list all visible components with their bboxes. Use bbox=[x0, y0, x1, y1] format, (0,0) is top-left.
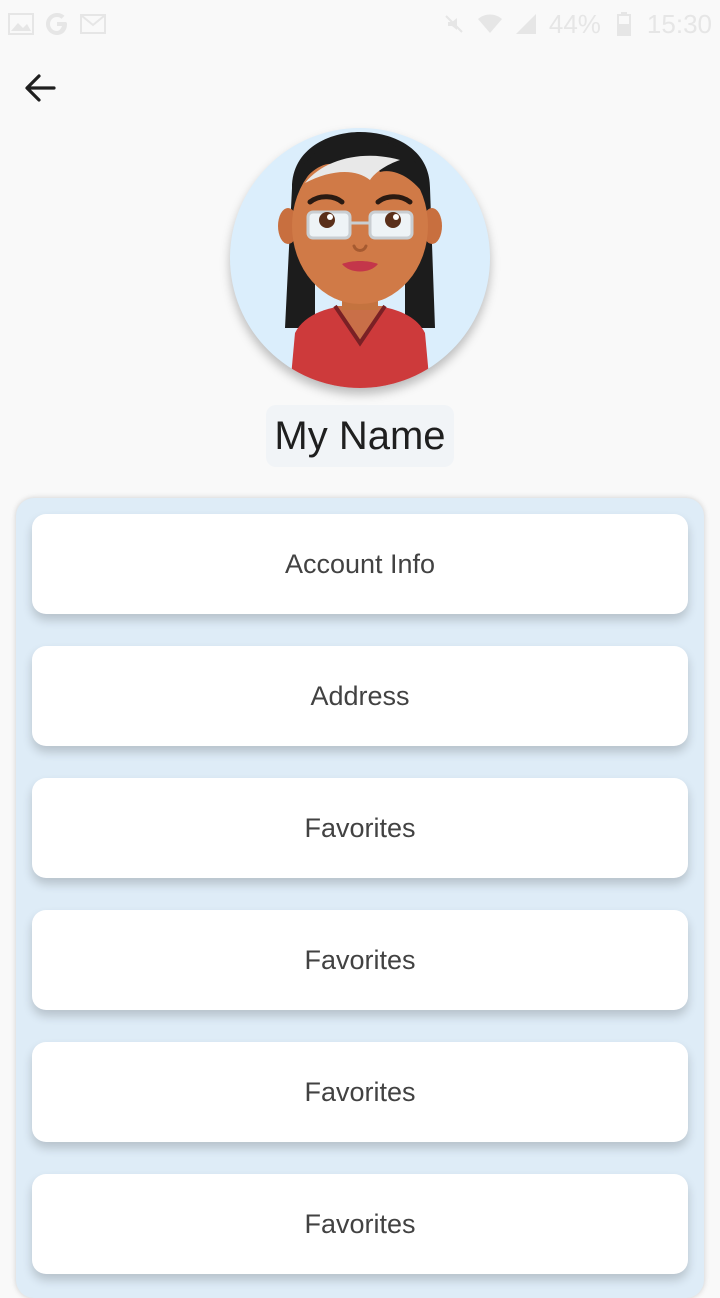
google-icon bbox=[44, 11, 70, 37]
image-icon bbox=[8, 11, 34, 37]
signal-icon bbox=[513, 11, 539, 37]
avatar bbox=[230, 128, 490, 388]
avatar-illustration bbox=[278, 132, 442, 388]
menu-item-favorites[interactable]: Favorites bbox=[32, 1174, 688, 1274]
gmail-icon bbox=[80, 11, 106, 37]
battery-icon bbox=[611, 11, 637, 37]
status-left-icons bbox=[8, 11, 106, 37]
menu-item-favorites[interactable]: Favorites bbox=[32, 1042, 688, 1142]
menu-item-address[interactable]: Address bbox=[32, 646, 688, 746]
menu-item-account-info[interactable]: Account Info bbox=[32, 514, 688, 614]
status-right-icons: 44% 15:30 bbox=[441, 9, 712, 40]
back-button[interactable] bbox=[16, 64, 64, 112]
profile-name: My Name bbox=[266, 405, 454, 467]
status-bar: 44% 15:30 bbox=[0, 0, 720, 48]
mute-icon bbox=[441, 11, 467, 37]
menu-panel: Account Info Address Favorites Favorites… bbox=[16, 498, 704, 1298]
arrow-left-icon bbox=[25, 74, 56, 102]
menu-item-favorites[interactable]: Favorites bbox=[32, 910, 688, 1010]
battery-percentage: 44% bbox=[548, 8, 601, 39]
wifi-icon bbox=[477, 11, 503, 37]
clock: 15:30 bbox=[646, 8, 712, 39]
menu-item-favorites[interactable]: Favorites bbox=[32, 778, 688, 878]
